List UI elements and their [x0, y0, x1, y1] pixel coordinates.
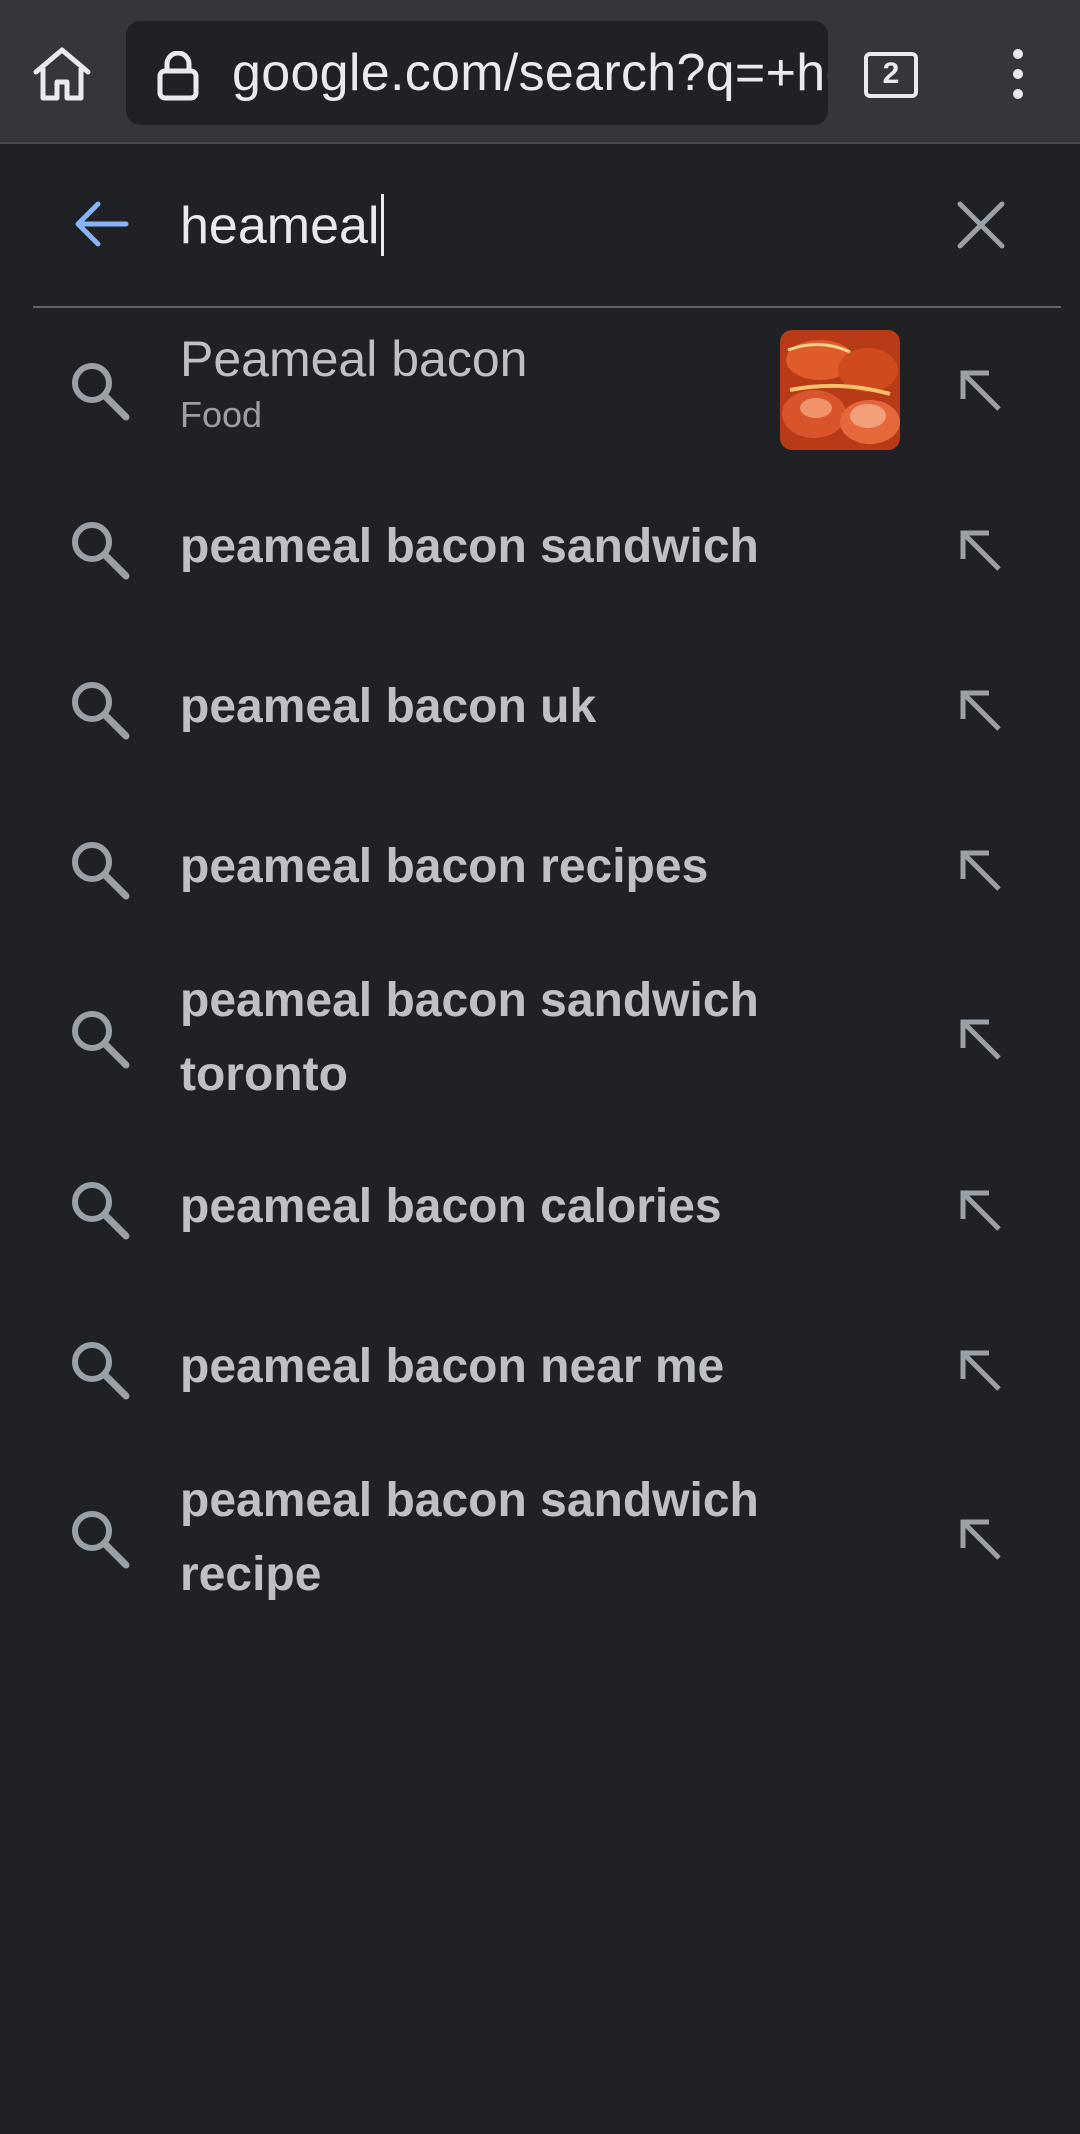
url-text: google.com/search?q=+he	[232, 43, 828, 103]
search-icon	[72, 1011, 130, 1069]
arrow-up-left-icon[interactable]	[955, 1345, 1005, 1395]
more-vert-icon	[1013, 49, 1023, 99]
clear-button[interactable]	[956, 200, 1006, 250]
suggestion-row[interactable]: peameal bacon recipes	[0, 830, 1080, 910]
arrow-up-left-icon[interactable]	[955, 685, 1005, 735]
tab-count: 2	[882, 57, 900, 90]
search-icon	[72, 1511, 130, 1569]
search-icon	[72, 363, 130, 421]
suggestion-row[interactable]: peameal bacon sandwich	[0, 510, 1080, 590]
suggestion-text-line-2: recipe	[180, 1548, 322, 1601]
suggestion-text: peameal bacon uk	[180, 680, 597, 733]
arrow-up-left-icon[interactable]	[955, 365, 1005, 415]
search-bar: heameal	[0, 146, 1080, 308]
arrow-back-icon	[75, 201, 129, 247]
suggestion-row[interactable]: peameal bacon sandwich recipe	[0, 1464, 1080, 1614]
entity-title: Peameal bacon	[180, 331, 528, 387]
search-query-text: heameal	[180, 197, 380, 255]
search-icon	[72, 522, 130, 580]
home-icon	[33, 47, 91, 101]
more-menu-button[interactable]	[1000, 44, 1036, 104]
entity-suggestion[interactable]: Peameal bacon Food	[0, 327, 1080, 455]
lock-icon	[156, 50, 200, 101]
suggestion-row[interactable]: peameal bacon sandwich toronto	[0, 964, 1080, 1114]
search-divider	[33, 306, 1061, 308]
suggestion-text-line-1: peameal bacon sandwich	[180, 974, 759, 1027]
arrow-up-left-icon[interactable]	[955, 845, 1005, 895]
close-icon	[957, 201, 1005, 249]
search-icon	[72, 682, 130, 740]
suggestion-text: peameal bacon sandwich	[180, 520, 759, 573]
suggestion-text-line-1: peameal bacon sandwich	[180, 1474, 759, 1527]
url-main: google.com/search?q=+h	[232, 44, 826, 102]
browser-toolbar: google.com/search?q=+he 2	[0, 0, 1080, 144]
suggestion-text: peameal bacon calories	[180, 1180, 722, 1233]
entity-subtitle: Food	[180, 394, 263, 435]
suggestion-text-line-2: toronto	[180, 1048, 348, 1101]
suggestion-row[interactable]: peameal bacon calories	[0, 1170, 1080, 1250]
search-icon	[72, 1342, 130, 1400]
search-icon	[72, 842, 130, 900]
text-cursor	[381, 194, 385, 256]
entity-thumbnail	[780, 330, 900, 450]
suggestion-text: peameal bacon recipes	[180, 840, 709, 893]
tab-switcher-button[interactable]: 2	[864, 52, 918, 98]
home-button[interactable]	[30, 44, 94, 104]
address-bar[interactable]: google.com/search?q=+he	[126, 21, 828, 125]
arrow-up-left-icon[interactable]	[955, 1185, 1005, 1235]
arrow-up-left-icon[interactable]	[955, 525, 1005, 575]
url-faded: e	[825, 44, 828, 102]
arrow-up-left-icon[interactable]	[955, 1514, 1005, 1564]
search-input[interactable]: heameal	[180, 194, 385, 258]
back-button[interactable]	[70, 194, 130, 254]
arrow-up-left-icon[interactable]	[955, 1014, 1005, 1064]
suggestion-row[interactable]: peameal bacon uk	[0, 670, 1080, 750]
suggestion-row[interactable]: peameal bacon near me	[0, 1330, 1080, 1410]
suggestion-text: peameal bacon near me	[180, 1340, 725, 1393]
search-icon	[72, 1182, 130, 1240]
